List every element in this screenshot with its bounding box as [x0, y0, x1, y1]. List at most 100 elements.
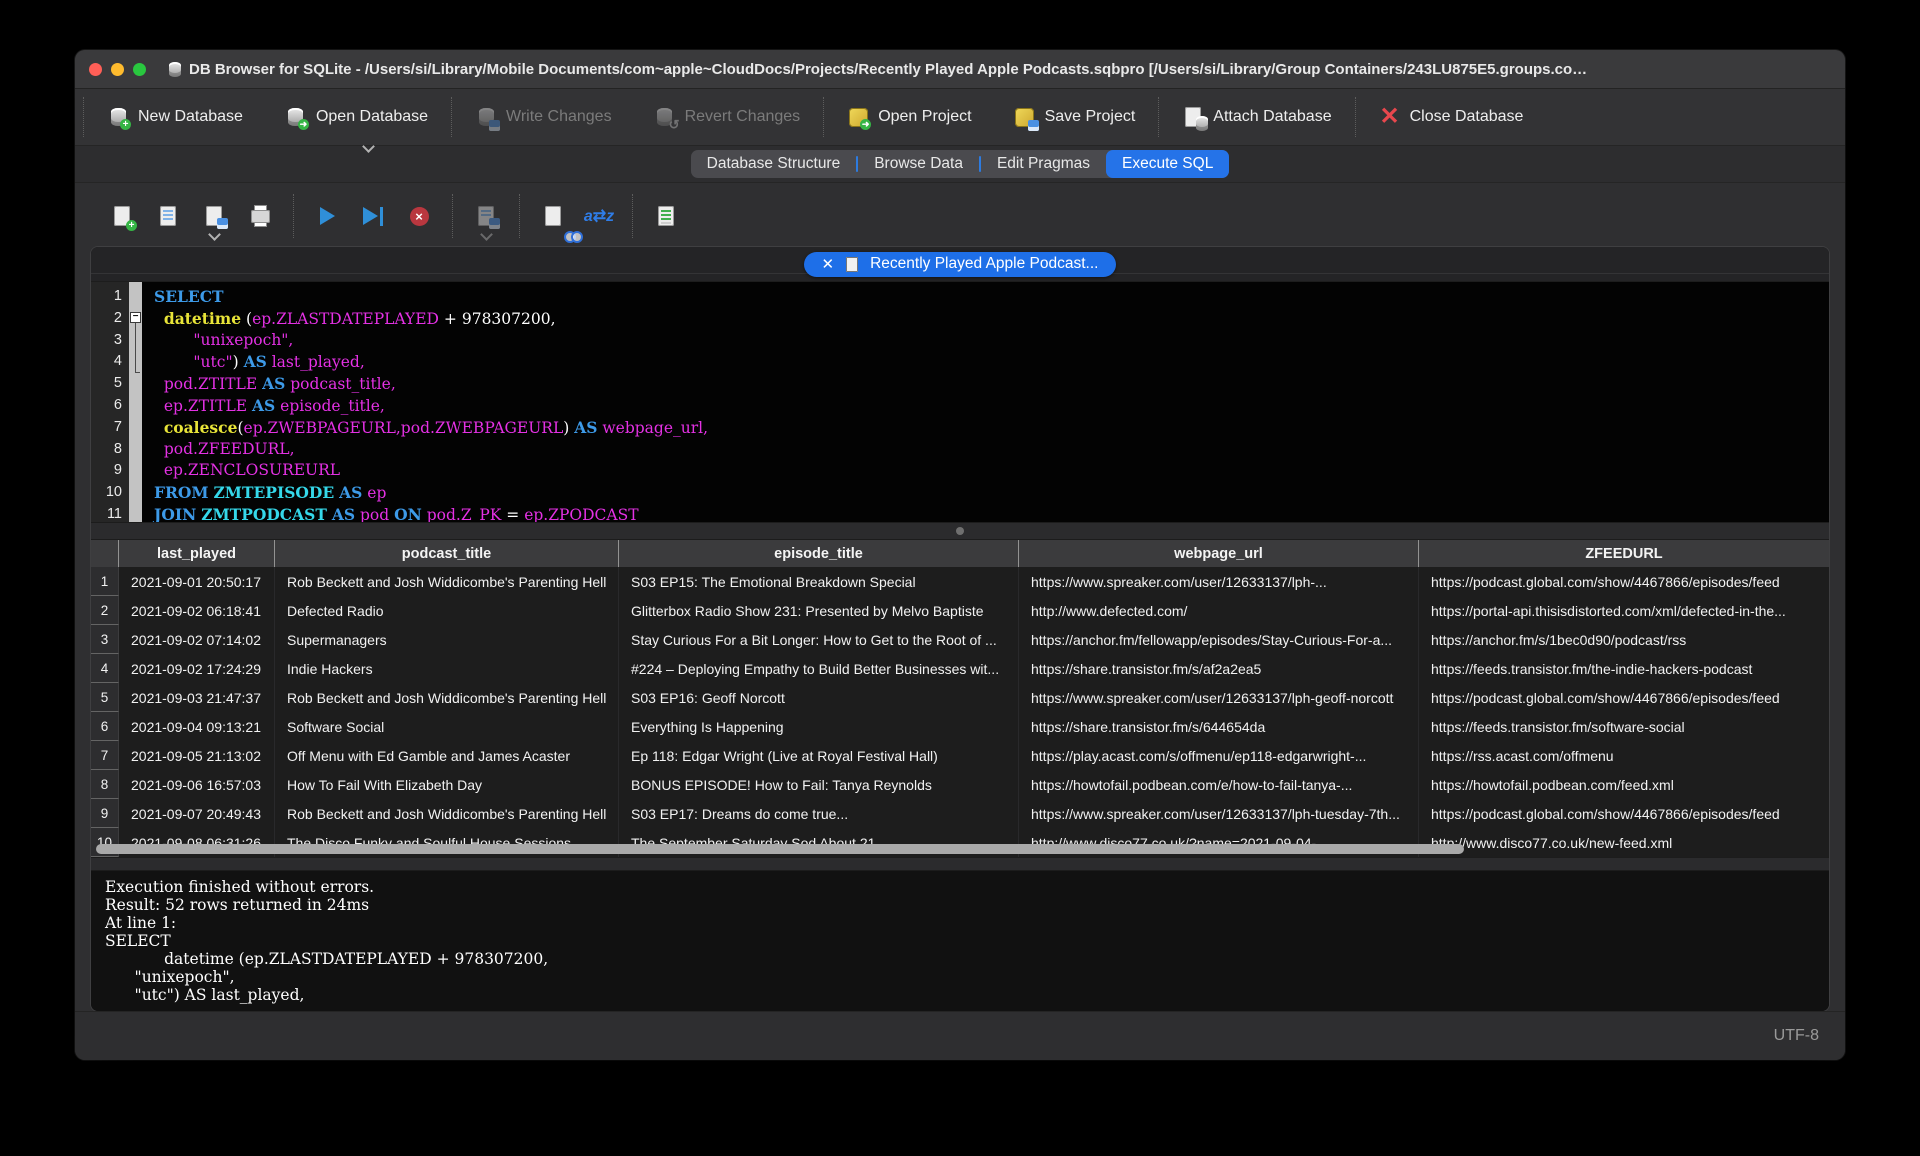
minimize-window-button[interactable]: [111, 63, 124, 76]
results-table: last_played podcast_title episode_title …: [91, 540, 1829, 857]
sql-toolbar-separator: [519, 194, 520, 238]
close-database-icon: ✕: [1379, 106, 1401, 128]
row-number-header: [91, 540, 119, 567]
line-number: 2: [91, 308, 122, 330]
line-number: 4: [91, 351, 122, 373]
tab-browse-data[interactable]: Browse Data: [858, 150, 979, 178]
code-line[interactable]: ep.ZENCLOSUREURL: [154, 460, 1829, 482]
write-changes-button: Write Changes: [475, 106, 612, 128]
execution-output: Execution finished without errors. Resul…: [91, 871, 1829, 1011]
close-database-button[interactable]: ✕ Close Database: [1379, 106, 1524, 128]
sql-editor[interactable]: 1234567891011 − SELECT datetime (ep.ZLAS…: [91, 282, 1829, 522]
execute-line-button[interactable]: [350, 195, 396, 237]
execute-sql-panel: ✕ Recently Played Apple Podcast... 12345…: [90, 246, 1830, 1012]
open-project-button[interactable]: ➜ Open Project: [847, 106, 971, 128]
open-database-icon: ➜: [285, 106, 307, 128]
table-cell: https://www.spreaker.com/user/12633137/l…: [1019, 567, 1419, 596]
code-line[interactable]: "unixepoch",: [154, 330, 1829, 352]
fold-collapse-icon[interactable]: −: [130, 312, 141, 323]
database-icon: [169, 62, 181, 77]
fold-range-end: [135, 372, 140, 373]
execute-all-button[interactable]: [304, 195, 350, 237]
column-header-episode-title[interactable]: episode_title: [619, 540, 1019, 567]
title-bar[interactable]: DB Browser for SQLite - /Users/si/Librar…: [75, 50, 1845, 89]
sql-tab-strip: ✕ Recently Played Apple Podcast...: [91, 247, 1829, 282]
table-cell: Glitterbox Radio Show 231: Presented by …: [619, 596, 1019, 625]
table-cell: How To Fail With Elizabeth Day: [275, 770, 619, 799]
table-row[interactable]: 22021-09-02 06:18:41Defected RadioGlitte…: [91, 596, 1829, 625]
toolbar-separator: [1355, 97, 1356, 137]
tab-execute-sql[interactable]: Execute SQL: [1106, 150, 1229, 178]
table-row[interactable]: 92021-09-07 20:49:43Rob Beckett and Josh…: [91, 799, 1829, 828]
table-row[interactable]: 12021-09-01 20:50:17Rob Beckett and Josh…: [91, 567, 1829, 596]
code-line[interactable]: pod.ZFEEDURL,: [154, 439, 1829, 461]
column-header-webpage-url[interactable]: webpage_url: [1019, 540, 1419, 567]
table-row[interactable]: 72021-09-05 21:13:02Off Menu with Ed Gam…: [91, 741, 1829, 770]
print-icon: [251, 210, 270, 223]
table-row[interactable]: 62021-09-04 09:13:21Software SocialEvery…: [91, 712, 1829, 741]
save-sql-dropdown-chevron-icon[interactable]: [208, 228, 221, 241]
save-sql-file-button[interactable]: [191, 195, 237, 237]
line-number: 10: [91, 482, 122, 504]
open-project-icon: ➜: [847, 106, 869, 128]
sql-code-area[interactable]: SELECT datetime (ep.ZLASTDATEPLAYED + 97…: [142, 282, 1829, 522]
row-number: 2: [91, 596, 119, 625]
code-line[interactable]: SELECT: [154, 286, 1829, 308]
table-row[interactable]: 82021-09-06 16:57:03How To Fail With Eli…: [91, 770, 1829, 799]
table-cell: Defected Radio: [275, 596, 619, 625]
find-button[interactable]: [530, 195, 576, 237]
results-body: 12021-09-01 20:50:17Rob Beckett and Josh…: [91, 567, 1829, 857]
sql-document-icon: [846, 257, 858, 272]
editor-results-splitter[interactable]: [91, 522, 1829, 540]
save-results-button: [463, 195, 509, 237]
code-line[interactable]: JOIN ZMTPODCAST AS pod ON pod.Z_PK = ep.…: [154, 504, 1829, 522]
print-button[interactable]: [237, 195, 283, 237]
zoom-window-button[interactable]: [133, 63, 146, 76]
table-cell: Rob Beckett and Josh Widdicombe's Parent…: [275, 683, 619, 712]
table-cell: 2021-09-02 07:14:02: [119, 625, 275, 654]
open-database-label: Open Database: [316, 108, 428, 126]
column-header-zfeedurl[interactable]: ZFEEDURL: [1419, 540, 1829, 567]
line-number: 8: [91, 439, 122, 461]
close-window-button[interactable]: [89, 63, 102, 76]
code-line[interactable]: ep.ZTITLE AS episode_title,: [154, 395, 1829, 417]
close-tab-icon[interactable]: ✕: [822, 257, 835, 272]
tab-database-structure[interactable]: Database Structure: [691, 150, 857, 178]
table-cell: https://anchor.fm/fellowapp/episodes/Sta…: [1019, 625, 1419, 654]
open-sql-file-button[interactable]: [145, 195, 191, 237]
row-number: 6: [91, 712, 119, 741]
save-project-button[interactable]: Save Project: [1014, 106, 1136, 128]
table-horizontal-scrollbar[interactable]: [96, 844, 1464, 854]
code-fold-gutter[interactable]: −: [129, 282, 142, 522]
column-header-podcast-title[interactable]: podcast_title: [275, 540, 619, 567]
table-cell: https://www.spreaker.com/user/12633137/l…: [1019, 683, 1419, 712]
tab-edit-pragmas[interactable]: Edit Pragmas: [981, 150, 1106, 178]
write-changes-label: Write Changes: [506, 108, 612, 126]
code-line[interactable]: "utc") AS last_played,: [154, 351, 1829, 373]
table-cell: https://feeds.transistor.fm/software-soc…: [1419, 712, 1829, 741]
column-header-last-played[interactable]: last_played: [119, 540, 275, 567]
code-line[interactable]: datetime (ep.ZLASTDATEPLAYED + 978307200…: [154, 308, 1829, 330]
table-row[interactable]: 52021-09-03 21:47:37Rob Beckett and Josh…: [91, 683, 1829, 712]
table-row[interactable]: 32021-09-02 07:14:02SupermanagersStay Cu…: [91, 625, 1829, 654]
table-cell: S03 EP15: The Emotional Breakdown Specia…: [619, 567, 1019, 596]
sql-file-tab[interactable]: ✕ Recently Played Apple Podcast...: [804, 252, 1117, 277]
table-cell: https://feeds.transistor.fm/the-indie-ha…: [1419, 654, 1829, 683]
new-database-button[interactable]: + New Database: [107, 106, 243, 128]
new-sql-tab-button[interactable]: +: [99, 195, 145, 237]
table-row[interactable]: 42021-09-02 17:24:29Indie Hackers#224 – …: [91, 654, 1829, 683]
code-line[interactable]: coalesce(ep.ZWEBPAGEURL,pod.ZWEBPAGEURL)…: [154, 417, 1829, 439]
code-line[interactable]: FROM ZMTEPISODE AS ep: [154, 482, 1829, 504]
table-cell: https://anchor.fm/s/1bec0d90/podcast/rss: [1419, 625, 1829, 654]
sql-toolbar-separator: [293, 194, 294, 238]
encoding-indicator[interactable]: UTF-8: [1774, 1027, 1819, 1045]
stop-button[interactable]: ×: [396, 195, 442, 237]
toolbar-separator: [83, 97, 84, 137]
open-database-button[interactable]: ➜ Open Database: [285, 106, 428, 128]
code-line[interactable]: pod.ZTITLE AS podcast_title,: [154, 373, 1829, 395]
window-title: DB Browser for SQLite - /Users/si/Librar…: [189, 61, 1587, 78]
format-sql-button[interactable]: a⇄z: [576, 195, 622, 237]
attach-database-button[interactable]: Attach Database: [1182, 106, 1331, 128]
show-log-button[interactable]: [643, 195, 689, 237]
results-output-splitter[interactable]: [91, 857, 1829, 871]
